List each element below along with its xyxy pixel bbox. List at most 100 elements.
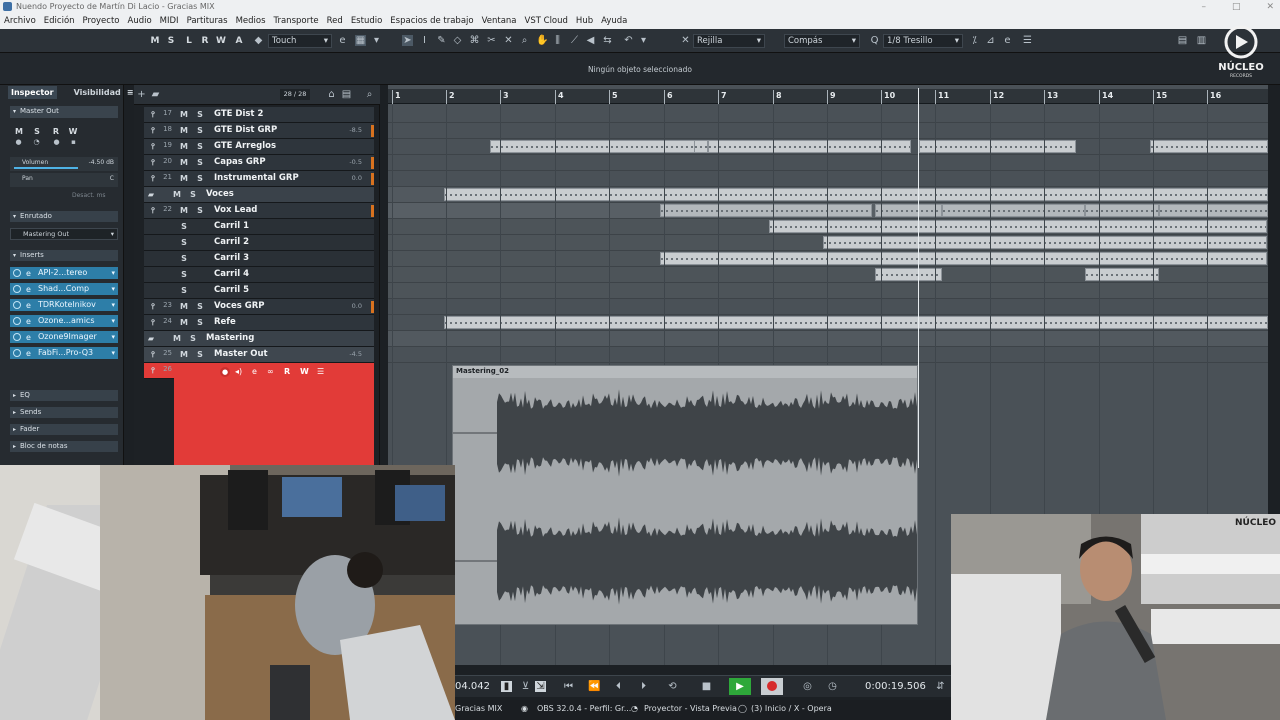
track-name[interactable]: GTE Arreglos [214, 141, 276, 151]
folder-icon[interactable]: ▰ [146, 190, 156, 200]
automation-button[interactable]: A [234, 34, 244, 48]
track-solo-button[interactable]: S [195, 206, 205, 216]
track-row[interactable]: 17 ⫯ M S GTE Dist 2 [144, 107, 374, 123]
track-solo-button[interactable]: S [195, 302, 205, 312]
track-name[interactable]: Mastering [206, 333, 254, 343]
track-menu-icon[interactable]: ☰ [317, 367, 324, 376]
insert-slot-3[interactable]: e TDRKotelnikov ▾ [10, 299, 118, 311]
edit-icon[interactable]: e [26, 268, 31, 280]
track-row[interactable]: S Carril 4 [144, 267, 374, 283]
track-row[interactable]: 24 ⫯ M S Refe [144, 315, 374, 331]
insert-slot-5[interactable]: e Ozone9Imager ▾ [10, 331, 118, 343]
split-tool-icon[interactable]: ✎ [436, 35, 447, 46]
tab-inspector[interactable]: Inspector [8, 86, 57, 99]
lock-icon[interactable]: ▮ [501, 681, 512, 692]
insert-slot-4[interactable]: e Ozone...amics ▾ [10, 315, 118, 327]
track-row[interactable]: S Carril 3 [144, 251, 374, 267]
track-mute-button[interactable]: M [179, 126, 189, 136]
go-to-start-icon[interactable]: ⏮ [563, 681, 574, 692]
track-mute-button[interactable]: M [172, 334, 182, 344]
maximize-icon[interactable]: □ [1232, 0, 1241, 14]
chevron-down-icon[interactable]: ▾ [371, 35, 382, 46]
menu-midi[interactable]: MIDI [156, 14, 183, 29]
track-mute-button[interactable]: M [179, 350, 189, 360]
power-icon[interactable] [13, 317, 21, 325]
track-solo-button[interactable]: S [195, 158, 205, 168]
menu-audio[interactable]: Audio [124, 14, 156, 29]
power-icon[interactable] [13, 301, 21, 309]
track-options-icon[interactable]: ▰ [150, 89, 161, 100]
audio-event-mastering[interactable]: Mastering_02 [452, 365, 918, 625]
insert-slot-2[interactable]: e Shad...Comp ▾ [10, 283, 118, 295]
menu-red[interactable]: Red [323, 14, 347, 29]
chevron-down-icon[interactable]: ▾ [638, 35, 649, 46]
track-row[interactable]: 18 ⫯ M S GTE Dist GRP -8.5 [144, 123, 374, 139]
track-row[interactable]: S Carril 2 [144, 235, 374, 251]
notepad-section[interactable]: ▸ Bloc de notas [10, 441, 118, 452]
audio-event[interactable] [1159, 204, 1268, 217]
track-solo-button[interactable]: S [195, 110, 205, 120]
track-row[interactable]: 23 ⫯ M S Voces GRP 0.0 [144, 299, 374, 315]
quantize-type-select[interactable]: Compás ▾ [784, 34, 860, 48]
menu-proyecto[interactable]: Proyecto [79, 14, 124, 29]
time-format-icon[interactable]: ⇵ [935, 681, 946, 692]
track-name[interactable]: Vox Lead [214, 205, 257, 215]
grid-type-select[interactable]: Rejilla ▾ [693, 34, 765, 48]
audio-event[interactable] [823, 236, 1267, 249]
volume-row[interactable]: Volumen -4.50 dB [10, 157, 118, 171]
lane-solo-button[interactable]: S [179, 254, 189, 264]
menu-ayuda[interactable]: Ayuda [597, 14, 631, 29]
snap-icon[interactable]: ▦ [355, 35, 366, 46]
track-name[interactable]: GTE Dist GRP [214, 125, 277, 135]
track-solo-button[interactable]: S [195, 126, 205, 136]
track-name[interactable]: Voces GRP [214, 301, 265, 311]
add-track-icon[interactable]: + [136, 89, 147, 100]
edit-channel-icon[interactable]: e [252, 367, 257, 376]
layout-icon[interactable]: ▥ [1196, 35, 1207, 46]
inspector-track-header[interactable]: ▾ Master Out [10, 106, 118, 118]
edit-icon[interactable]: e [337, 35, 348, 46]
routing-section[interactable]: ▾ Enrutado [10, 211, 118, 222]
quantize-panel-icon[interactable]: ☰ [1022, 35, 1033, 46]
taskbar-item-obs[interactable]: OBS 32.0.4 - Perfil: Gr... [537, 704, 631, 713]
track-row[interactable]: 20 ⫯ M S Capas GRP -0.5 [144, 155, 374, 171]
read-button[interactable]: R [200, 34, 210, 48]
record-button[interactable] [761, 678, 783, 695]
freeze-icon[interactable]: ◔ [31, 137, 42, 148]
glue-tool-icon[interactable]: ⌘ [469, 35, 480, 46]
range-tool-icon[interactable]: I [419, 35, 430, 46]
play-tool-icon[interactable]: ◀ [585, 35, 596, 46]
write-automation-button[interactable]: W [300, 367, 309, 376]
forward-icon[interactable]: ⏵ [638, 681, 649, 692]
track-solo-button[interactable]: S [195, 174, 205, 184]
track-solo-button[interactable]: S [188, 190, 198, 200]
menu-transporte[interactable]: Transporte [270, 14, 323, 29]
track-name[interactable]: Refe [214, 317, 236, 327]
menu-estudio[interactable]: Estudio [347, 14, 386, 29]
menu-partituras[interactable]: Partituras [183, 14, 232, 29]
menu-archivo[interactable]: Archivo [0, 14, 40, 29]
track-visibility-icon[interactable]: ▤ [341, 89, 352, 100]
mute-all-button[interactable]: M [150, 34, 160, 48]
track-row[interactable]: 19 ⫯ M S GTE Arreglos [144, 139, 374, 155]
routing-output-select[interactable]: Mastering Out ▾ [10, 228, 118, 240]
scissors-tool-icon[interactable]: ✂ [486, 35, 497, 46]
power-icon[interactable] [13, 333, 21, 341]
edit-icon[interactable]: e [26, 332, 31, 344]
track-row[interactable]: S Carril 5 [144, 283, 374, 299]
track-row[interactable]: 21 ⫯ M S Instrumental GRP 0.0 [144, 171, 374, 187]
power-icon[interactable] [13, 269, 21, 277]
menu-ventana[interactable]: Ventana [478, 14, 521, 29]
window-layout-icon[interactable]: ▤ [1177, 35, 1188, 46]
auto-quantize-icon[interactable]: ◎ [802, 681, 813, 692]
edit-channel-icon[interactable]: ● [51, 137, 62, 148]
track-mute-button[interactable]: M [179, 142, 189, 152]
menu-espacios[interactable]: Espacios de trabajo [386, 14, 477, 29]
lane-solo-button[interactable]: S [179, 286, 189, 296]
taskbar-item-nuendo[interactable]: Gracias MIX [455, 704, 502, 713]
time-warp-icon[interactable]: ⫼ [552, 35, 563, 46]
audio-event[interactable] [660, 204, 872, 217]
audio-event[interactable] [919, 140, 1076, 153]
monitor-icon[interactable]: ● [13, 137, 24, 148]
audio-event[interactable] [942, 204, 1085, 217]
